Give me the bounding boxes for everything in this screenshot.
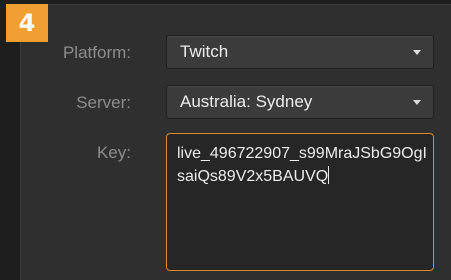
chevron-down-icon [413, 50, 421, 55]
streaming-settings-panel: Platform: Twitch Server: Australia: Sydn… [20, 4, 451, 280]
step-number-badge: 4 [6, 4, 48, 42]
server-value: Australia: Sydney [180, 92, 313, 111]
platform-value: Twitch [180, 42, 229, 61]
server-label: Server: [76, 93, 131, 112]
chevron-down-icon [413, 100, 421, 105]
server-dropdown[interactable]: Australia: Sydney [166, 85, 434, 119]
platform-label: Platform: [62, 43, 131, 62]
stream-key-text: live_496722907_s99MraJSbG9OgIsaiQs89V2x5… [177, 142, 427, 188]
text-cursor [328, 166, 330, 184]
window-frame: Platform: Twitch Server: Australia: Sydn… [0, 0, 451, 280]
stream-key-value: live_496722907_s99MraJSbG9OgIsaiQs89V2x5… [177, 145, 427, 185]
key-label: Key: [96, 143, 131, 162]
platform-dropdown[interactable]: Twitch [166, 35, 434, 69]
stream-key-input[interactable]: live_496722907_s99MraJSbG9OgIsaiQs89V2x5… [166, 133, 434, 271]
